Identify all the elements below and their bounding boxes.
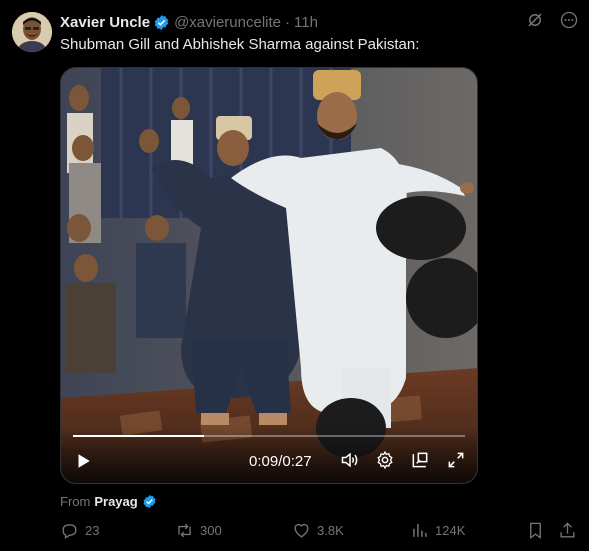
share-icon	[560, 522, 575, 538]
play-icon[interactable]	[73, 451, 93, 471]
timestamp[interactable]: 11h	[294, 14, 318, 31]
views-icon	[413, 524, 427, 537]
like-count: 3.8K	[317, 523, 344, 538]
progress-bar[interactable]	[73, 435, 465, 437]
progress-fill	[73, 435, 204, 437]
author-handle[interactable]: @xavieruncelite	[174, 14, 281, 31]
volume-icon[interactable]	[339, 449, 361, 471]
pip-icon[interactable]	[409, 449, 431, 471]
verified-badge-icon	[142, 494, 157, 509]
separator-dot: ·	[285, 13, 291, 31]
avatar[interactable]	[12, 12, 52, 52]
reply-count: 23	[85, 523, 100, 538]
video-frame	[61, 68, 477, 483]
tweet-text: Shubman Gill and Abhishek Sharma against…	[60, 36, 420, 53]
fullscreen-icon[interactable]	[445, 449, 467, 471]
duration: 0:27	[282, 453, 312, 470]
verified-badge-icon	[153, 14, 170, 31]
current-time: 0:09	[249, 453, 279, 470]
top-actions	[525, 10, 579, 30]
timecode: 0:09 / 0:27	[249, 453, 312, 470]
bookmark-button[interactable]	[526, 521, 545, 540]
more-icon[interactable]	[559, 10, 579, 30]
like-button[interactable]: 3.8K	[292, 521, 344, 540]
from-attribution: From Prayag	[60, 494, 161, 509]
like-icon	[294, 523, 309, 538]
video-player[interactable]: 0:09 / 0:27	[60, 67, 478, 484]
bookmark-icon	[530, 522, 541, 539]
author-name[interactable]: Xavier Uncle	[60, 14, 150, 31]
video-controls: 0:09 / 0:27	[61, 427, 477, 483]
from-source[interactable]: Prayag	[94, 494, 137, 509]
tweet-card[interactable]: Xavier Uncle @xavieruncelite · 11h Shubm…	[0, 0, 589, 551]
from-label: From	[60, 494, 91, 509]
reply-button[interactable]: 23	[60, 521, 99, 540]
share-button[interactable]	[558, 521, 577, 540]
views-button[interactable]: 124K	[410, 521, 465, 540]
repost-count: 300	[200, 523, 222, 538]
avatar-image	[12, 12, 52, 52]
repost-icon	[178, 523, 191, 538]
settings-icon[interactable]	[374, 449, 396, 471]
repost-button[interactable]: 300	[175, 521, 222, 540]
grok-icon[interactable]	[525, 10, 545, 30]
views-count: 124K	[435, 523, 466, 538]
reply-icon	[62, 524, 77, 539]
tweet-header: Xavier Uncle @xavieruncelite · 11h	[60, 12, 318, 32]
action-bar: 23 300 3.8K 124K	[58, 521, 578, 543]
